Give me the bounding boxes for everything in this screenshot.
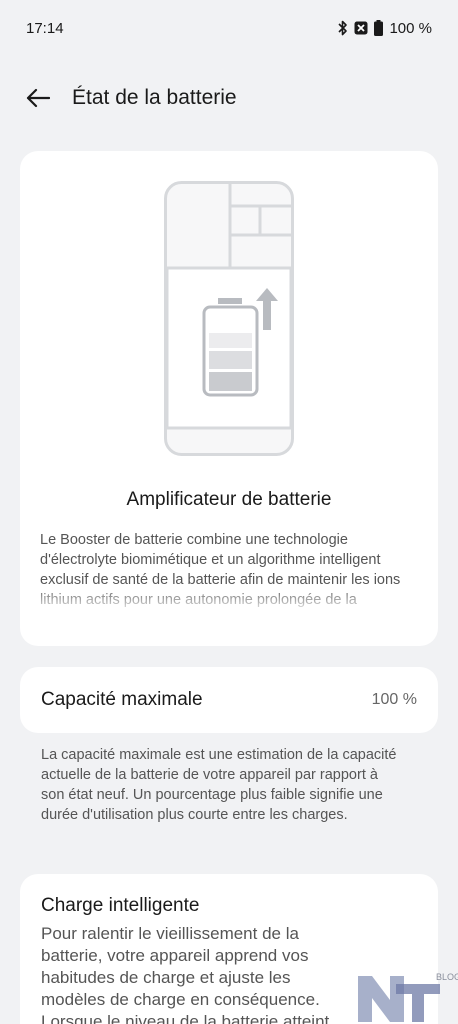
status-time: 17:14 bbox=[26, 19, 64, 37]
smart-charge-title: Charge intelligente bbox=[41, 895, 200, 916]
phone-battery-illustration bbox=[164, 181, 294, 456]
battery-booster-card[interactable]: Amplificateur de batterie Le Booster de … bbox=[20, 151, 438, 646]
status-icons: 100 % bbox=[338, 20, 432, 37]
booster-title: Amplificateur de batterie bbox=[126, 489, 332, 510]
max-capacity-label: Capacité maximale bbox=[41, 689, 203, 710]
max-capacity-note: La capacité maximale est une estimation … bbox=[41, 747, 397, 823]
bluetooth-icon bbox=[338, 20, 348, 36]
status-bar: 17:14 100 % bbox=[0, 0, 458, 56]
battery-percentage: 100 % bbox=[389, 19, 432, 37]
app-bar: État de la batterie bbox=[0, 70, 458, 126]
back-button[interactable] bbox=[10, 70, 66, 126]
watermark-blog-text: BLOG bbox=[436, 972, 458, 982]
nfc-icon bbox=[354, 21, 368, 35]
max-capacity-row[interactable]: Capacité maximale 100 % bbox=[20, 667, 438, 733]
back-arrow-icon bbox=[26, 88, 50, 108]
max-capacity-value: 100 % bbox=[371, 691, 417, 708]
watermark-logo: BLOG bbox=[358, 972, 458, 1022]
battery-icon bbox=[374, 20, 384, 36]
text-fade-overlay bbox=[20, 585, 438, 615]
page-title: État de la batterie bbox=[72, 86, 237, 109]
smart-charge-description: Pour ralentir le vieillissement de la ba… bbox=[41, 924, 330, 1024]
